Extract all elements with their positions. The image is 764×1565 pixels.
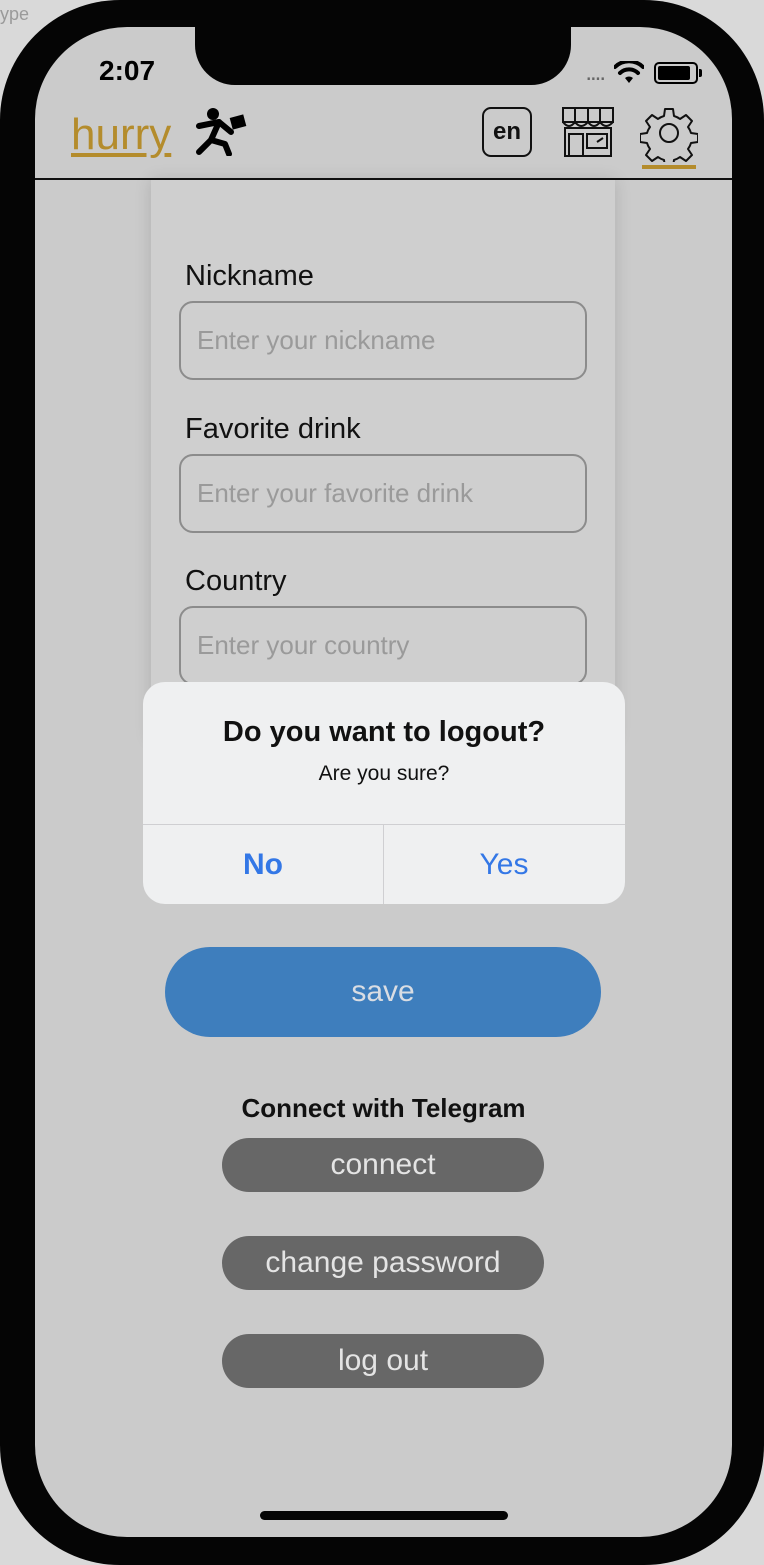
connect-telegram-button[interactable]: connect [222,1138,544,1192]
gear-icon[interactable] [640,104,698,162]
favorite-drink-input[interactable] [179,454,587,533]
language-button[interactable]: en [482,107,532,157]
dialog-title: Do you want to logout? [222,716,546,748]
phone-frame: 2:07 .... hurry en Nickname Enter your n… [0,0,764,1565]
nickname-label: Nickname [185,260,314,292]
favorite-drink-label: Favorite drink [185,413,361,445]
app-screen: 2:07 .... hurry en Nickname Enter your n… [35,27,732,1537]
status-time: 2:07 [99,55,156,86]
telegram-heading: Connect with Telegram [241,1093,526,1123]
nickname-input[interactable] [179,301,587,380]
signal-icon: .... [585,59,606,86]
logo-text[interactable]: hurry [71,110,171,160]
profile-form: Nickname Favorite drink Country [151,180,615,740]
battery-icon [654,62,702,84]
logout-button[interactable]: log out [222,1334,544,1388]
window-corner-label: ype [0,4,30,24]
dialog-no-button[interactable]: No [143,825,383,904]
home-indicator [260,1511,508,1520]
app-header: hurry en [35,92,732,180]
save-button[interactable]: save [165,947,601,1037]
status-icons: .... [585,59,702,86]
dialog-yes-button[interactable]: Yes [384,825,624,904]
storefront-icon[interactable] [559,104,617,160]
country-label: Country [185,565,287,597]
change-password-button[interactable]: change password [222,1236,544,1290]
dialog-message: Are you sure? [318,762,450,785]
country-input[interactable] [179,606,587,685]
wifi-icon [614,61,644,83]
running-man-icon [196,108,247,156]
active-tab-indicator [642,165,696,169]
notch [195,27,571,85]
logout-dialog: Do you want to logout? Are you sure? No … [143,682,625,904]
